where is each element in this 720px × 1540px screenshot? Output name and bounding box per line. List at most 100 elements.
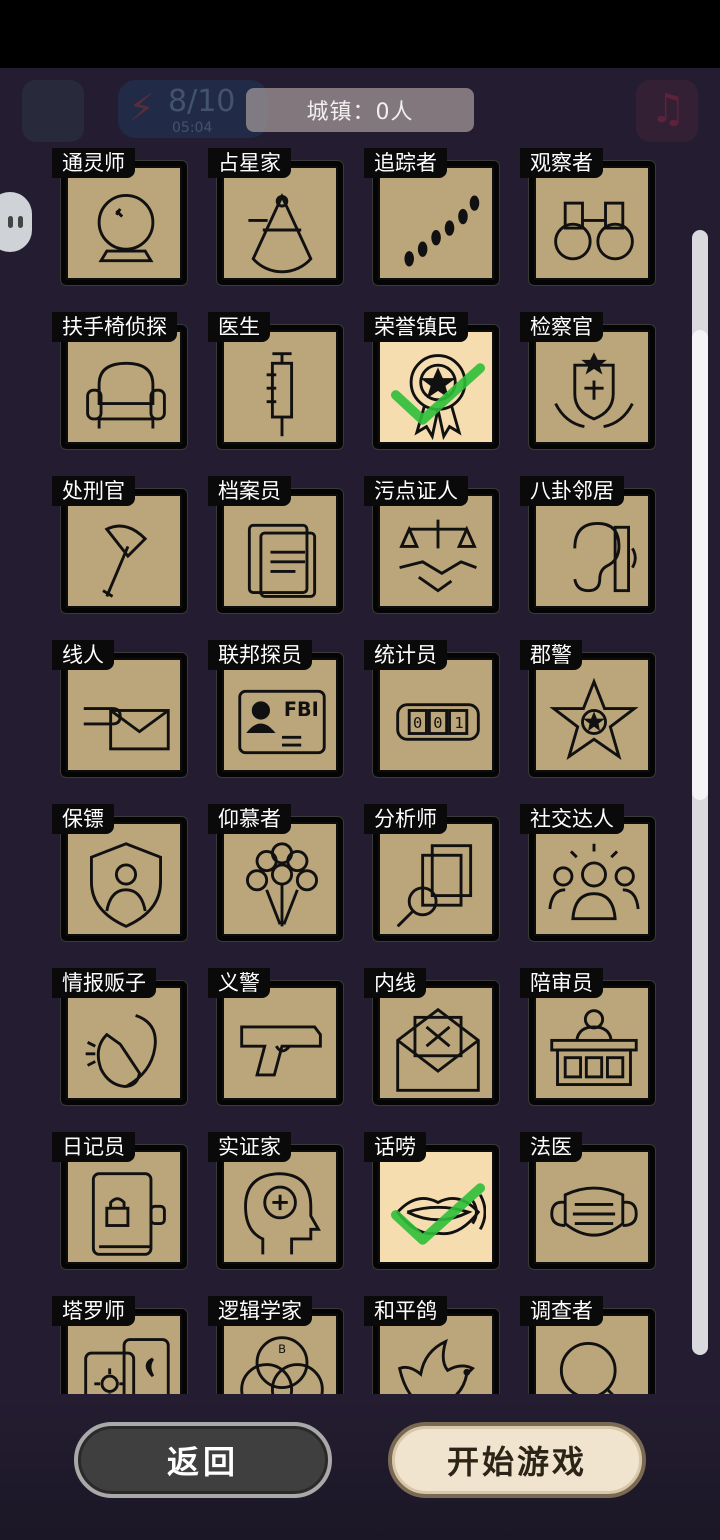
scrollbar-thumb[interactable]	[692, 330, 708, 800]
chat-bubble-icon[interactable]	[0, 192, 32, 252]
role-card-honored-citizen[interactable]: 荣誉镇民	[364, 312, 502, 452]
role-card-socialite[interactable]: 社交达人	[520, 804, 658, 944]
role-card-juror[interactable]: 陪审员	[520, 968, 658, 1108]
role-card-sheriff[interactable]: 郡警	[520, 640, 658, 780]
role-label: 处刑官	[52, 476, 135, 506]
role-card-medium[interactable]: 通灵师	[52, 148, 190, 288]
scales-handshake-icon	[399, 519, 477, 593]
role-label: 通灵师	[52, 148, 135, 178]
sextant-icon	[248, 192, 313, 274]
role-label: 检察官	[520, 312, 603, 342]
role-card-bodyguard[interactable]: 保镖	[52, 804, 190, 944]
role-label: 陪审员	[520, 968, 603, 998]
footprints-icon	[404, 195, 480, 267]
face-mask-icon	[550, 1186, 638, 1237]
tarot-cards-icon	[84, 1338, 170, 1394]
role-card-gossip-neighbor[interactable]: 八卦邻居	[520, 476, 658, 616]
x-letter-icon	[396, 1007, 480, 1092]
role-card-astrologer[interactable]: 占星家	[208, 148, 346, 288]
role-label: 统计员	[364, 640, 447, 670]
locked-diary-icon	[91, 1172, 166, 1256]
role-grid[interactable]: 通灵师 占星家 追踪者 观察者 扶手椅侦探 医生 荣誉镇民 检察官 处刑官 档案…	[48, 148, 678, 1394]
role-card-armchair-detective[interactable]: 扶手椅侦探	[52, 312, 190, 452]
crowd-icon	[548, 843, 640, 921]
documents-icon	[247, 523, 317, 598]
svg-text:0: 0	[433, 714, 442, 732]
axe-icon	[102, 524, 148, 598]
energy-timer: 05:04	[172, 120, 213, 136]
svg-text:B: B	[278, 1342, 286, 1356]
role-label: 法医	[520, 1132, 582, 1162]
role-card-tainted-witness[interactable]: 污点证人	[364, 476, 502, 616]
role-card-observer[interactable]: 观察者	[520, 148, 658, 288]
role-label: 八卦邻居	[520, 476, 624, 506]
role-card-coroner[interactable]: 法医	[520, 1132, 658, 1272]
analysis-icon	[396, 844, 473, 928]
role-card-fbi-agent[interactable]: FBI 联邦探员	[208, 640, 346, 780]
role-label: 逻辑学家	[208, 1296, 312, 1326]
sheriff-star-icon	[549, 677, 639, 761]
role-card-tarot-reader[interactable]: 塔罗师	[52, 1296, 190, 1394]
role-label: 郡警	[520, 640, 582, 670]
checkmark-icon	[390, 1183, 486, 1245]
status-bar	[0, 0, 720, 68]
syringe-icon	[266, 352, 294, 437]
role-label: 仰慕者	[208, 804, 291, 834]
role-label: 调查者	[520, 1296, 603, 1326]
jury-box-icon	[550, 1009, 638, 1086]
scrollbar[interactable]	[692, 230, 708, 1355]
role-card-executioner[interactable]: 处刑官	[52, 476, 190, 616]
music-button[interactable]: ♫	[636, 80, 698, 142]
svg-text:FBI: FBI	[284, 698, 319, 721]
back-button[interactable]: 返回	[74, 1422, 332, 1498]
role-card-insider[interactable]: 内线	[364, 968, 502, 1108]
role-label: 塔罗师	[52, 1296, 135, 1326]
role-card-statistician[interactable]: 001 统计员	[364, 640, 502, 780]
role-label: 和平鸽	[364, 1296, 447, 1326]
svg-text:0: 0	[413, 714, 422, 732]
role-card-analyst[interactable]: 分析师	[364, 804, 502, 944]
pistol-icon	[240, 1025, 322, 1077]
role-label: 分析师	[364, 804, 447, 834]
role-card-vigilante[interactable]: 义警	[208, 968, 346, 1108]
role-card-admirer[interactable]: 仰慕者	[208, 804, 346, 944]
start-game-button[interactable]: 开始游戏	[388, 1422, 646, 1498]
magnifier-icon	[559, 1342, 617, 1394]
role-label: 档案员	[208, 476, 291, 506]
role-card-info-broker[interactable]: 情报贩子	[52, 968, 190, 1108]
role-card-prosecutor[interactable]: 检察官	[520, 312, 658, 452]
role-label: 医生	[208, 312, 270, 342]
role-card-tracker[interactable]: 追踪者	[364, 148, 502, 288]
role-label: 污点证人	[364, 476, 468, 506]
checkmark-icon	[390, 363, 486, 425]
role-label: 内线	[364, 968, 426, 998]
role-card-diarist[interactable]: 日记员	[52, 1132, 190, 1272]
music-note-icon: ♫	[650, 86, 686, 132]
crystal-ball-icon	[97, 194, 155, 263]
binoculars-icon	[554, 201, 634, 261]
prosecutor-badge-icon	[554, 352, 634, 429]
role-card-investigator[interactable]: 调查者	[520, 1296, 658, 1394]
role-label: 日记员	[52, 1132, 135, 1162]
role-card-archivist[interactable]: 档案员	[208, 476, 346, 616]
role-card-logician[interactable]: B 逻辑学家	[208, 1296, 346, 1394]
dove-icon	[397, 1338, 475, 1394]
role-label: 情报贩子	[52, 968, 156, 998]
lightning-icon: ⚡	[128, 86, 155, 130]
role-card-empiricist[interactable]: 实证家	[208, 1132, 346, 1272]
head-plus-icon	[244, 1172, 321, 1255]
role-label: 保镖	[52, 804, 114, 834]
role-label: 荣誉镇民	[364, 312, 468, 342]
role-label: 实证家	[208, 1132, 291, 1162]
ear-icon	[573, 521, 637, 593]
whisper-icon	[85, 1014, 157, 1088]
role-label: 义警	[208, 968, 270, 998]
venn-diagram-icon: B	[240, 1336, 324, 1394]
fbi-id-icon: FBI	[238, 689, 326, 755]
role-card-peace-dove[interactable]: 和平鸽	[364, 1296, 502, 1394]
bodyguard-shield-icon	[90, 842, 162, 928]
role-card-doctor[interactable]: 医生	[208, 312, 346, 452]
notebook-icon	[22, 80, 84, 142]
role-card-chatterbox[interactable]: 话唠	[364, 1132, 502, 1272]
role-card-informant[interactable]: 线人	[52, 640, 190, 780]
